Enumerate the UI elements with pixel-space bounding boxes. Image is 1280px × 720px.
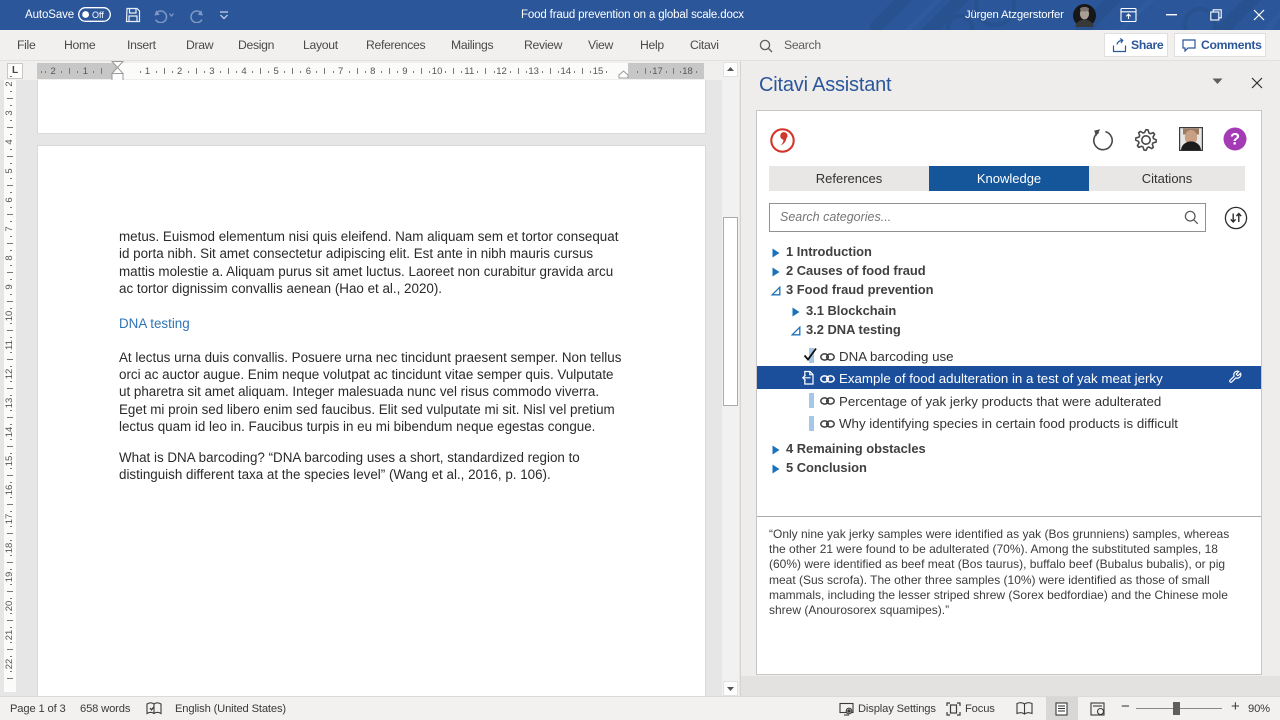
svg-text:?: ? [1230, 131, 1240, 149]
svg-text:Off: Off [92, 10, 104, 20]
